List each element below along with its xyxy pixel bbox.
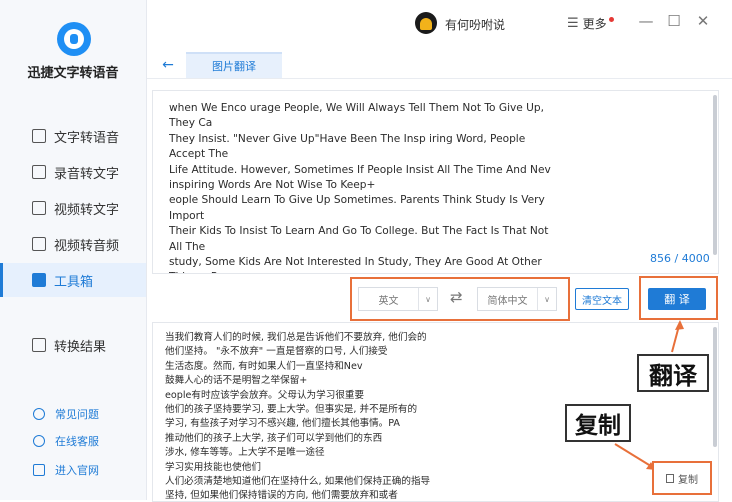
copy-button[interactable]: 复制 <box>652 461 712 495</box>
copy-arrow <box>614 443 655 469</box>
copy-callout: 复制 <box>565 404 631 442</box>
copy-label: 复制 <box>678 474 698 486</box>
translate-callout: 翻译 <box>637 354 709 392</box>
translate-arrowhead <box>675 320 684 330</box>
copy-icon <box>666 473 674 483</box>
